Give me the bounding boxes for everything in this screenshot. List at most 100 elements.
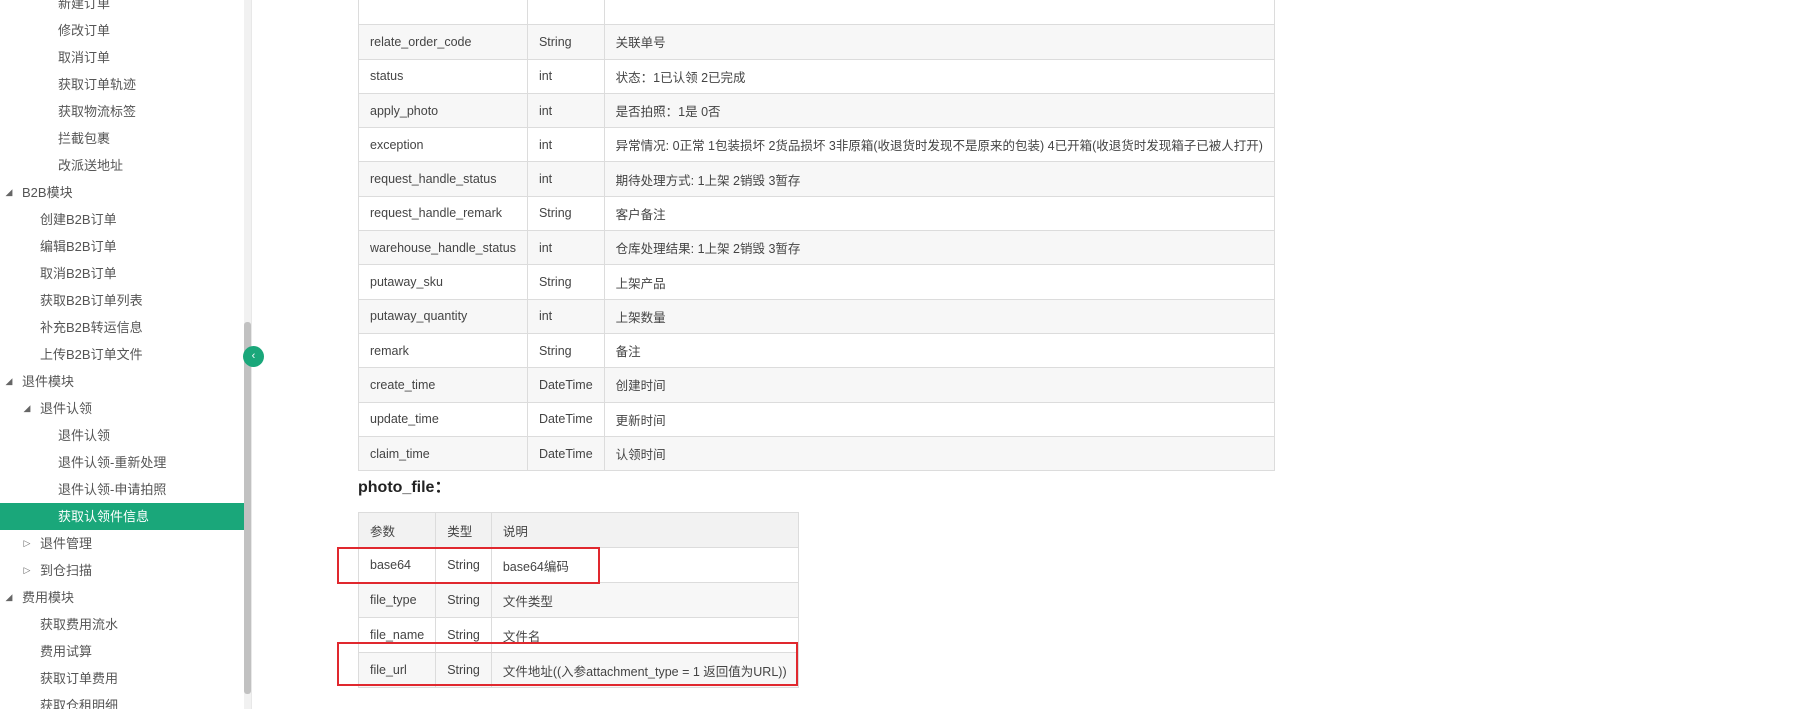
sidebar-item[interactable]: 获取仓租明细 [0,692,244,709]
cell-desc: 客户备注 [603,195,1275,232]
sidebar-item[interactable]: 新建订单 [0,0,244,17]
table-row: file_url String 文件地址((入参attachment_type = … [357,652,799,688]
cell-type: String [526,332,605,369]
cell-desc: 关联单号 [603,24,1275,60]
sidebar-item[interactable]: 退件认领 [0,422,244,449]
sidebar-item[interactable]: ◢ 费用模块 [0,584,244,611]
sidebar-item-label: 退件模块 [22,374,75,389]
sidebar-item-label: 补充B2B转运信息 [40,320,143,335]
table-row: request_handle_status int 期待处理方式: 1上架 2销毁 … [358,161,1275,197]
cell-desc: 状态：1已认领 2已完成 [603,58,1275,94]
sidebar-item-label: 退件管理 [40,536,93,551]
collapse-arrow-icon[interactable]: ◢ [3,368,15,395]
cell-desc: 仓库处理结果: 1上架 2销毁 3暂存 [603,230,1275,266]
table-row: status int 状态：1已认领 2已完成 [358,58,1275,94]
cell-type: int [526,161,605,197]
sidebar-scrollbar-thumb[interactable] [244,322,251,694]
collapse-arrow-icon[interactable]: ◢ [3,179,15,206]
cell-type: int [526,298,605,334]
cell-param: apply_photo [358,92,528,129]
cell-param: status [358,58,528,94]
cell-type: DateTime [526,367,605,403]
cell-type: String [526,264,605,300]
sidebar-item-label: 退件认领-申请拍照 [58,482,167,497]
table-row: warehouse_handle_status int 仓库处理结果: 1上架 2销… [358,230,1275,266]
sidebar-item-label: 到仓扫描 [40,563,93,578]
response-params-table: relate_order_code String 关联单号 status int 状态：1… [358,0,1275,472]
table-row: file_name String 文件名 [357,617,799,653]
sidebar-item-label: 新建订单 [58,0,111,11]
sidebar-item[interactable]: 费用试算 [0,638,244,665]
cell-type: int [526,127,605,163]
sidebar-item[interactable]: ◢ 退件模块 [0,368,244,395]
sidebar-item-label: 获取B2B订单列表 [40,293,143,308]
sidebar-nav: 新建订单修改订单 取消订单 获取订单轨迹 获取物流标签拦截包裹改派送地址 ◢ B2B模块创… [0,0,244,709]
sidebar-item[interactable]: 改派送地址 [0,152,244,179]
cell-param: file_url [357,652,437,688]
photo-file-table: 参数 类型 说明 base64 String base64编码 file_type St… [357,512,799,688]
table-row: remark String 备注 [358,332,1275,369]
cell-desc: 文件名 [490,617,799,653]
sidebar-item-label: 编辑B2B订单 [40,239,117,254]
sidebar-item[interactable]: 退件认领-重新处理 [0,449,244,476]
expand-arrow-icon[interactable]: ▷ [21,557,33,584]
sidebar-item[interactable]: ▷ 退件管理 [0,530,244,557]
cell-desc: 文件地址((入参attachment_type = 1 返回值为URL)) [490,652,799,688]
cell-type: String [526,195,605,232]
sidebar-item-label: 上传B2B订单文件 [40,347,143,362]
sidebar-item[interactable]: 取消B2B订单 [0,260,244,287]
expand-arrow-icon[interactable]: ▷ [21,530,33,557]
sidebar-item-label: 退件认领-重新处理 [58,455,167,470]
cell-param: exception [358,127,528,163]
cell-desc: 异常情况: 0正常 1包装损坏 2货品损坏 3非原箱(收退货时发现不是原来的包装… [603,127,1275,163]
cell-param: request_handle_remark [358,195,528,232]
sidebar-item[interactable]: 上传B2B订单文件 [0,341,244,368]
sidebar-item[interactable]: 获取物流标签 [0,98,244,125]
sidebar-item-label: 创建B2B订单 [40,212,117,227]
table-row: claim_time DateTime 认领时间 [358,435,1275,472]
cell-desc: 文件类型 [490,582,799,618]
table-row: base64 String base64编码 [357,547,799,583]
sidebar-item[interactable]: 退件认领-申请拍照 [0,476,244,503]
sidebar-item[interactable]: 获取订单轨迹 [0,71,244,98]
collapse-arrow-icon[interactable]: ◢ [3,584,15,611]
sidebar-item[interactable]: 获取订单费用 [0,665,244,692]
sidebar-item-label: 获取认领件信息 [58,509,150,524]
table-row: request_handle_remark String 客户备注 [358,195,1275,232]
cell-desc: 创建时间 [603,367,1275,403]
sidebar-item[interactable]: 拦截包裹 [0,125,244,152]
collapse-arrow-icon[interactable]: ◢ [21,395,33,422]
sidebar-item[interactable]: 补充B2B转运信息 [0,314,244,341]
table-row: putaway_sku String 上架产品 [358,264,1275,300]
sidebar-item[interactable]: 获取B2B订单列表 [0,287,244,314]
table-row: relate_order_code String 关联单号 [358,24,1275,60]
sidebar-item[interactable]: ◢ B2B模块 [0,179,244,206]
sidebar-item[interactable]: 取消订单 [0,44,244,71]
cell-desc: 上架数量 [603,298,1275,334]
sidebar-item-label: 获取费用流水 [40,617,119,632]
sidebar-item-label: 拦截包裹 [58,131,111,146]
table-row: create_time DateTime 创建时间 [358,367,1275,403]
table-header-row: 参数 类型 说明 [357,512,799,548]
sidebar-item[interactable]: 获取认领件信息 [0,503,244,530]
sidebar-item[interactable]: ▷ 到仓扫描 [0,557,244,584]
sidebar: 新建订单修改订单 取消订单 获取订单轨迹 获取物流标签拦截包裹改派送地址 ◢ B2B模块创… [0,0,244,709]
cell-param: request_handle_status [358,161,528,197]
cell-desc: 上架产品 [603,264,1275,300]
sidebar-item-label: 获取订单费用 [40,671,119,686]
sidebar-item[interactable]: 编辑B2B订单 [0,233,244,260]
photo-file-title: photo_file： [358,479,451,496]
cell-param: remark [358,332,528,369]
cell-param: putaway_quantity [358,298,528,334]
sidebar-item[interactable]: 创建B2B订单 [0,206,244,233]
cell-desc: 是否拍照：1是 0否 [603,92,1275,129]
sidebar-item[interactable]: 修改订单 [0,17,244,44]
sidebar-item[interactable]: ◢ 退件认领 [0,395,244,422]
cell-param: putaway_sku [358,264,528,300]
cell-param: warehouse_handle_status [358,230,528,266]
table-row: putaway_quantity int 上架数量 [358,298,1275,334]
cell-type: int [526,92,605,129]
header-type: 类型 [435,512,492,548]
sidebar-item-label: 费用试算 [40,644,93,659]
sidebar-item[interactable]: 获取费用流水 [0,611,244,638]
